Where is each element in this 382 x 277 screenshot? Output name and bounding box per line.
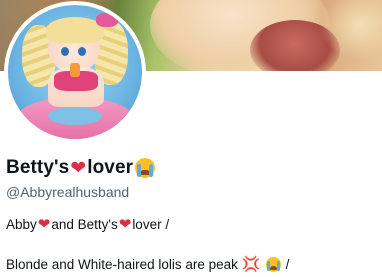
crying-face-icon — [135, 158, 156, 178]
bio-text: Blonde and White-haired lolis are peak — [6, 257, 238, 272]
profile-avatar[interactable] — [4, 1, 146, 143]
profile-handle: @Abbyrealhusband — [6, 184, 130, 200]
bio-line-2: Blonde and White-haired lolis are peak 💢… — [6, 257, 289, 272]
bio-text: lover / — [132, 217, 170, 232]
anger-symbol-icon: 💢 — [241, 256, 261, 273]
avatar-image — [8, 5, 142, 139]
bio-text: Abby — [6, 217, 37, 232]
red-heart-icon: ❤ — [70, 157, 87, 179]
red-heart-icon: ❤ — [118, 216, 132, 233]
red-heart-icon: ❤ — [37, 216, 51, 233]
bio-text: / — [285, 257, 290, 272]
display-name: Betty's ❤ lover — [6, 155, 156, 181]
crying-face-icon — [265, 257, 281, 272]
display-name-suffix: lover — [87, 157, 134, 178]
bio-line-1: Abby ❤ and Betty's ❤ lover / — [6, 217, 169, 232]
bio-text: and Betty's — [51, 217, 118, 232]
display-name-text: Betty's — [6, 157, 70, 178]
